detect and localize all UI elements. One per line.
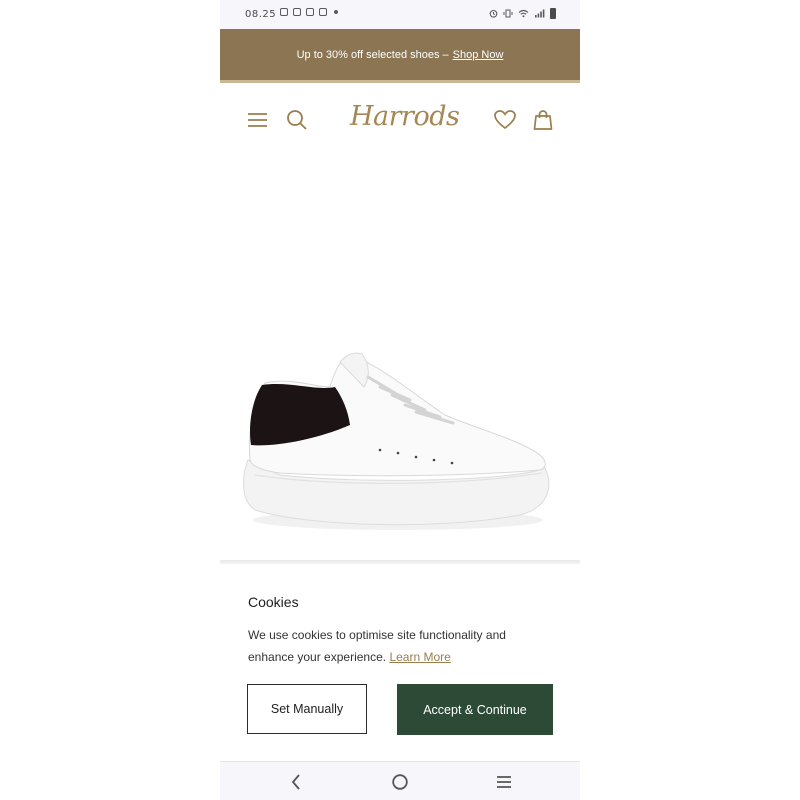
whatsapp-notification-icon <box>280 8 288 16</box>
set-manually-button[interactable]: Set Manually <box>247 684 367 734</box>
learn-more-link[interactable]: Learn More <box>389 650 450 664</box>
cookie-consent-panel: Cookies We use cookies to optimise site … <box>220 564 580 761</box>
recents-icon[interactable] <box>494 772 514 792</box>
more-notifications-icon <box>334 10 338 14</box>
sneaker-image[interactable] <box>220 155 580 560</box>
cookie-title: Cookies <box>248 594 299 610</box>
alarm-icon <box>489 9 498 18</box>
wifi-icon <box>518 9 529 18</box>
promo-banner: Up to 30% off selected shoes – Shop Now <box>220 29 580 83</box>
site-header: Harrods <box>220 83 580 155</box>
home-icon[interactable] <box>390 772 410 792</box>
status-time: 08.25 <box>245 9 277 20</box>
signal-icon <box>535 9 545 18</box>
notification-icons <box>280 8 338 16</box>
bag-icon[interactable] <box>531 108 555 132</box>
search-icon[interactable] <box>285 108 309 132</box>
heart-icon[interactable] <box>493 108 517 132</box>
instagram-notification-icon <box>293 8 301 16</box>
vibrate-icon <box>503 9 513 18</box>
product-image-area[interactable] <box>220 155 580 560</box>
instagram-notification-icon <box>306 8 314 16</box>
back-icon[interactable] <box>286 772 306 792</box>
harrods-logo[interactable]: Harrods <box>350 101 460 141</box>
shop-now-link[interactable]: Shop Now <box>453 49 504 61</box>
phone-screen: 08.25 Up to 30% off selected shoes – Sho… <box>220 0 580 800</box>
cookie-description: We use cookies to optimise site function… <box>248 624 548 668</box>
android-nav-bar <box>220 761 580 800</box>
status-bar: 08.25 <box>220 0 580 29</box>
whatsapp-notification-icon <box>319 8 327 16</box>
battery-icon <box>550 8 556 19</box>
menu-icon[interactable] <box>246 108 270 132</box>
promo-text: Up to 30% off selected shoes – <box>296 48 449 61</box>
accept-continue-button[interactable]: Accept & Continue <box>397 684 553 735</box>
cookie-text: We use cookies to optimise site function… <box>248 628 506 664</box>
system-icons <box>489 8 556 19</box>
